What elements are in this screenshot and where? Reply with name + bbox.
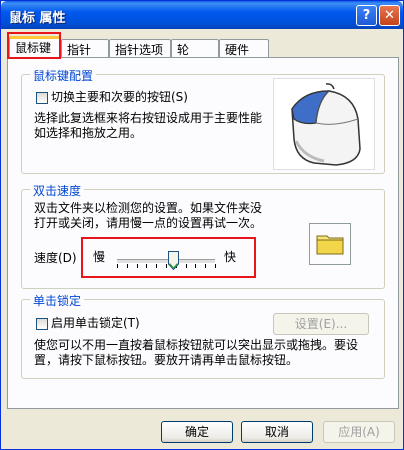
tab-buttons[interactable]: 鼠标键 — [9, 36, 61, 58]
button-config-label: 鼠标键配置 — [30, 67, 97, 84]
tab-strip: 鼠标键 指针 指针选项 轮 硬件 — [7, 36, 399, 58]
speed-slider-tick — [137, 264, 138, 268]
speed-slider-tick — [195, 264, 196, 268]
speed-slider-tick — [205, 264, 206, 268]
speed-slider-tick — [117, 264, 118, 268]
speed-label: 速度(D) — [34, 251, 77, 265]
click-lock-enable-label[interactable]: 启用单击锁定(T) — [51, 316, 140, 331]
ok-button[interactable]: 确定 — [161, 421, 233, 443]
mouse-illustration — [273, 78, 375, 170]
click-lock-description-1: 使您可以不用一直按着鼠标按钮就可以突出显示或拖拽。要设 — [34, 338, 359, 352]
speed-slider-tick — [166, 264, 167, 268]
click-lock-label: 单击锁定 — [30, 292, 85, 309]
help-button[interactable]: ? — [356, 5, 377, 26]
swap-buttons-checkbox[interactable] — [36, 92, 48, 104]
tab-hardware[interactable]: 硬件 — [219, 39, 269, 57]
double-click-description-2: 打开或关闭，请用慢一点的设置再试一次。 — [34, 216, 263, 230]
button-config-description-2: 如选择和拖放之用。 — [34, 126, 143, 140]
mouse-icon — [291, 83, 361, 166]
tab-pointer-options[interactable]: 指针选项 — [109, 39, 171, 57]
tab-pointers[interactable]: 指针 — [61, 39, 109, 57]
speed-slider-tick — [146, 264, 147, 268]
speed-slider-tick — [156, 264, 157, 268]
cancel-button[interactable]: 取消 — [241, 421, 313, 443]
apply-button[interactable]: 应用(A) — [323, 421, 395, 443]
test-folder-area[interactable] — [309, 223, 351, 265]
title-bar[interactable]: 鼠标 属性 ? ✕ — [1, 1, 403, 29]
fast-label: 快 — [224, 250, 237, 264]
button-config-description-1: 选择此复选框来将右按钮设成用于主要性能 — [34, 111, 263, 125]
double-click-label: 双击速度 — [30, 182, 85, 199]
swap-buttons-label[interactable]: 切换主要和次要的按钮(S) — [51, 90, 188, 105]
window-title: 鼠标 属性 — [9, 11, 66, 26]
speed-slider-tick — [186, 264, 187, 268]
speed-slider-thumb[interactable] — [168, 251, 180, 270]
close-button[interactable]: ✕ — [379, 5, 400, 26]
folder-icon — [316, 235, 344, 255]
double-click-description-1: 双击文件夹以检测您的设置。如果文件夹没 — [34, 201, 263, 215]
slow-label: 慢 — [93, 250, 106, 264]
click-lock-settings-button[interactable]: 设置(E)... — [273, 313, 369, 335]
click-lock-checkbox[interactable] — [36, 318, 48, 330]
tab-wheel[interactable]: 轮 — [171, 39, 219, 57]
click-lock-description-2: 置，请按下鼠标按钮。要放开请再单击鼠标按钮。 — [34, 353, 299, 367]
speed-slider-tick — [127, 264, 128, 268]
speed-slider-tick — [215, 264, 216, 268]
mouse-properties-window: 鼠标 属性 ? ✕ 鼠标键 指针 指针选项 轮 硬件 鼠标键配置 切换主要和次要… — [0, 0, 404, 450]
